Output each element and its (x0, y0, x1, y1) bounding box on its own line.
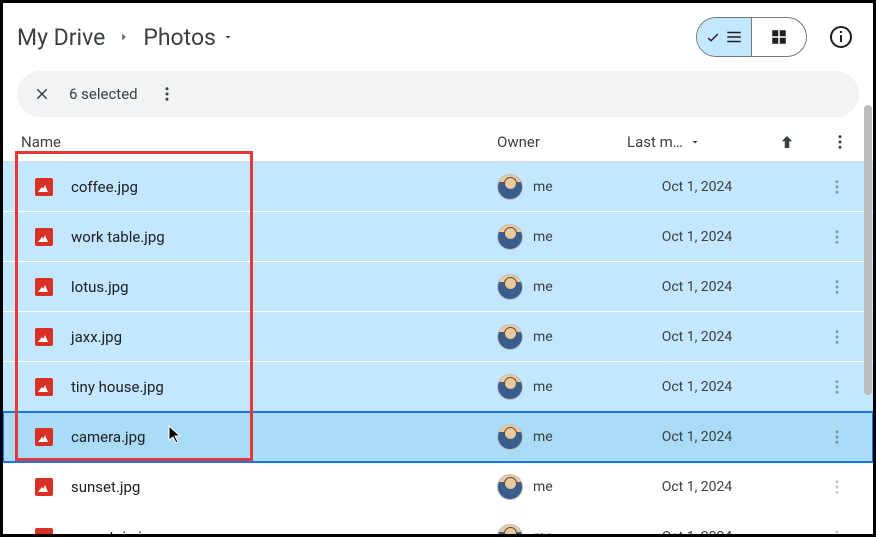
file-name: coffee.jpg (71, 178, 138, 196)
row-more-button[interactable] (825, 225, 849, 249)
file-date: Oct 1, 2024 (627, 529, 767, 535)
file-name: tiny house.jpg (71, 378, 164, 396)
table-row[interactable]: tiny house.jpg me Oct 1, 2024 (3, 362, 873, 412)
avatar (497, 224, 523, 250)
more-vert-icon (828, 378, 846, 396)
more-vert-icon (828, 328, 846, 346)
avatar (497, 474, 523, 500)
breadcrumb-current[interactable]: Photos (143, 24, 234, 51)
table-row[interactable]: lotus.jpg me Oct 1, 2024 (3, 262, 873, 312)
file-owner: me (533, 379, 553, 395)
avatar (497, 524, 523, 535)
dropdown-caret-icon (222, 31, 234, 43)
image-file-icon (35, 378, 53, 396)
table-row[interactable]: coffee.jpg me Oct 1, 2024 (3, 162, 873, 212)
list-view-button[interactable] (697, 18, 751, 56)
file-date: Oct 1, 2024 (627, 429, 767, 445)
file-date: Oct 1, 2024 (627, 379, 767, 395)
grid-view-button[interactable] (752, 18, 806, 56)
arrow-up-icon (778, 133, 796, 151)
row-more-button[interactable] (825, 275, 849, 299)
view-toggle (696, 17, 807, 57)
check-icon (705, 29, 721, 45)
header-bar: My Drive Photos (3, 3, 873, 67)
file-owner: me (533, 529, 553, 535)
scrollbar[interactable] (864, 105, 872, 395)
caret-down-icon (689, 136, 701, 148)
column-name[interactable]: Name (17, 133, 497, 151)
image-file-icon (35, 528, 53, 535)
info-icon (829, 25, 853, 49)
avatar (497, 324, 523, 350)
avatar (497, 174, 523, 200)
column-last-modified[interactable]: Last m… (627, 133, 767, 151)
image-file-icon (35, 478, 53, 496)
more-vert-icon (828, 478, 846, 496)
row-more-button[interactable] (825, 175, 849, 199)
file-date: Oct 1, 2024 (627, 179, 767, 195)
column-options-button[interactable] (807, 133, 859, 151)
more-vert-icon (828, 178, 846, 196)
row-more-button[interactable] (825, 375, 849, 399)
avatar (497, 424, 523, 450)
column-last-modified-label: Last m… (627, 133, 683, 151)
file-name: sunset.jpg (71, 478, 140, 496)
table-row[interactable]: jaxx.jpg me Oct 1, 2024 (3, 312, 873, 362)
breadcrumb-current-label: Photos (143, 24, 216, 51)
grid-icon (770, 28, 788, 46)
file-name: lotus.jpg (71, 278, 129, 296)
file-name: camera.jpg (71, 428, 145, 446)
table-header: Name Owner Last m… (3, 125, 873, 162)
file-owner: me (533, 479, 553, 495)
more-vert-icon (828, 428, 846, 446)
more-vert-icon (828, 528, 846, 535)
table-row[interactable]: camera.jpg me Oct 1, 2024 (3, 412, 873, 462)
file-date: Oct 1, 2024 (627, 229, 767, 245)
file-date: Oct 1, 2024 (627, 479, 767, 495)
more-vert-icon (158, 85, 176, 103)
image-file-icon (35, 328, 53, 346)
file-name: mountain.jpg (71, 528, 159, 535)
clear-selection-button[interactable] (33, 85, 51, 103)
file-owner: me (533, 179, 553, 195)
sort-direction-button[interactable] (767, 133, 807, 151)
selection-bar: 6 selected (17, 71, 859, 117)
file-date: Oct 1, 2024 (627, 329, 767, 345)
more-vert-icon (828, 278, 846, 296)
chevron-right-icon (117, 30, 131, 44)
image-file-icon (35, 278, 53, 296)
avatar (497, 274, 523, 300)
file-name: work table.jpg (71, 228, 165, 246)
file-table: Name Owner Last m… coffee.jpg me Oct 1, 20… (3, 125, 873, 534)
table-body: coffee.jpg me Oct 1, 2024 work table.jpg me O… (3, 162, 873, 534)
file-owner: me (533, 229, 553, 245)
list-icon (725, 28, 743, 46)
row-more-button[interactable] (825, 475, 849, 499)
file-owner: me (533, 329, 553, 345)
row-more-button[interactable] (825, 325, 849, 349)
more-vert-icon (828, 228, 846, 246)
info-button[interactable] (829, 25, 853, 49)
selection-count: 6 selected (69, 85, 138, 103)
avatar (497, 374, 523, 400)
more-vert-icon (831, 133, 849, 151)
image-file-icon (35, 428, 53, 446)
file-owner: me (533, 279, 553, 295)
image-file-icon (35, 178, 53, 196)
table-row[interactable]: work table.jpg me Oct 1, 2024 (3, 212, 873, 262)
breadcrumb-root[interactable]: My Drive (17, 24, 105, 51)
file-date: Oct 1, 2024 (627, 279, 767, 295)
breadcrumb: My Drive Photos (17, 24, 688, 51)
table-row[interactable]: mountain.jpg me Oct 1, 2024 (3, 512, 873, 534)
column-owner[interactable]: Owner (497, 133, 627, 151)
file-owner: me (533, 429, 553, 445)
row-more-button[interactable] (825, 525, 849, 535)
image-file-icon (35, 228, 53, 246)
table-row[interactable]: sunset.jpg me Oct 1, 2024 (3, 462, 873, 512)
file-name: jaxx.jpg (71, 328, 122, 346)
selection-more-button[interactable] (158, 85, 176, 103)
row-more-button[interactable] (825, 425, 849, 449)
close-icon (33, 85, 51, 103)
